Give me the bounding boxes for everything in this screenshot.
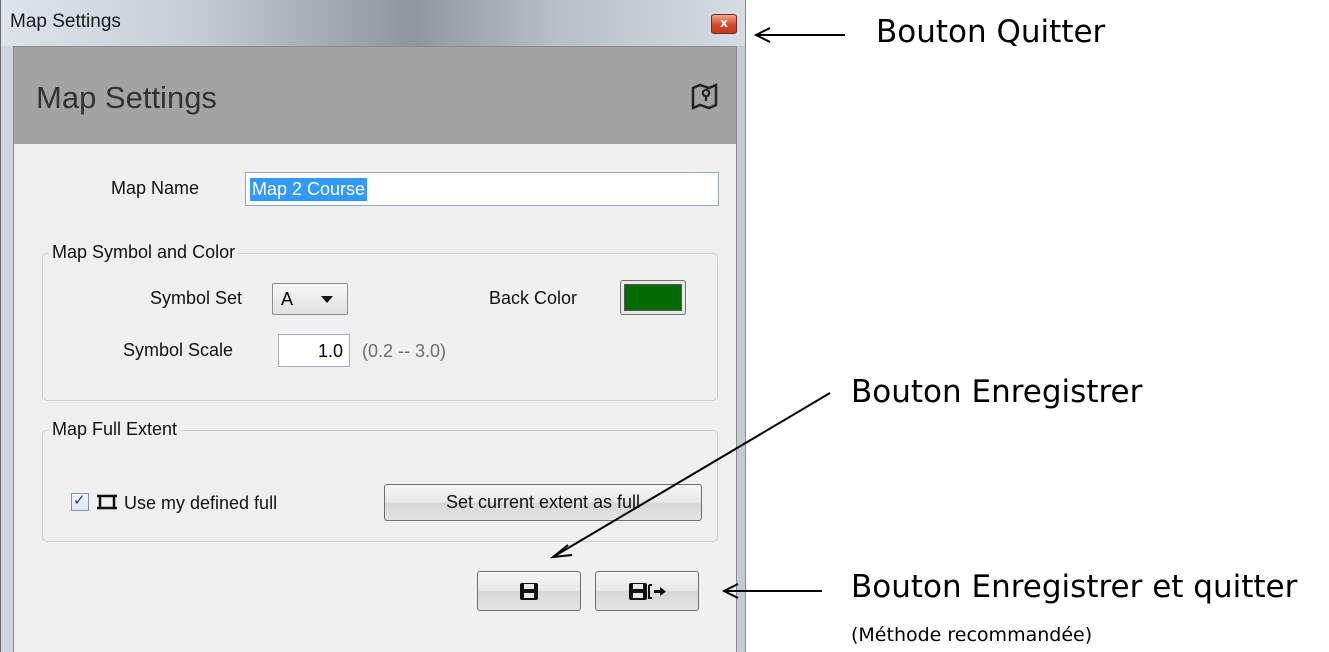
annotation-quit: Bouton Quitter [876,14,1106,50]
annotation-save-quit-note: (Méthode recommandée) [851,624,1093,646]
annotation-arrows [549,27,845,599]
annotation-save-quit: Bouton Enregistrer et quitter [851,569,1298,605]
annotation-save: Bouton Enregistrer [851,374,1143,410]
save-arrow [552,392,831,558]
